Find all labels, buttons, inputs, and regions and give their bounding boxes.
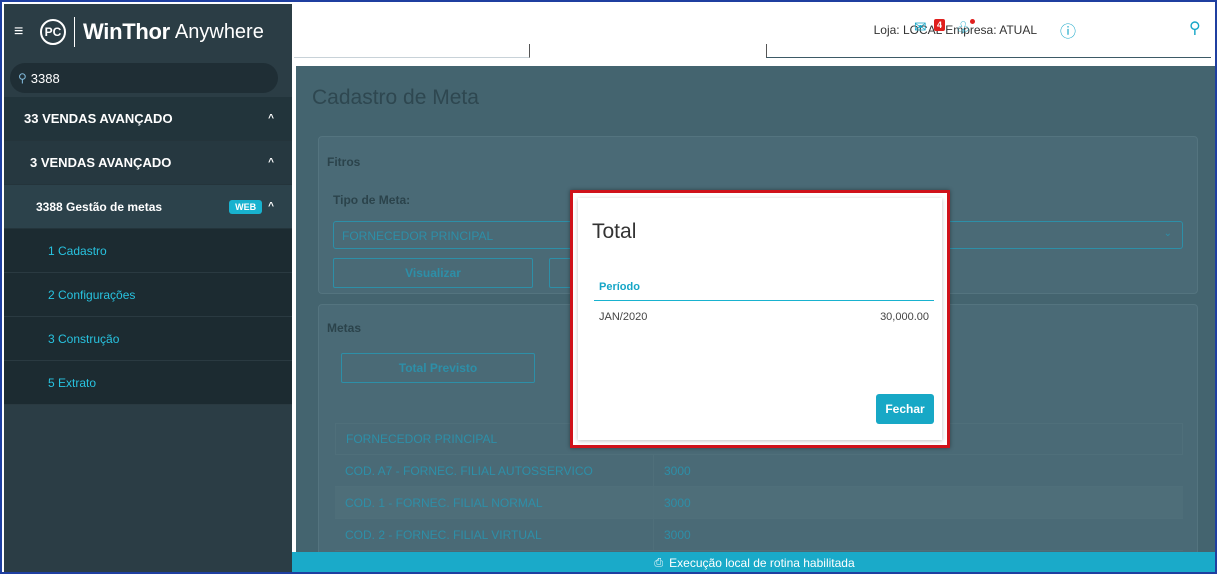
help-icon[interactable]: ⓘ bbox=[1060, 18, 1076, 42]
search-input[interactable]: ⚲ 3388 bbox=[10, 63, 278, 93]
sidebar-subitem-configuracoes[interactable]: 2 Configurações bbox=[4, 273, 292, 317]
column-header-periodo: Período bbox=[594, 281, 934, 301]
top-bar: Loja: LOCAL Empresa: ATUAL ⓘ ✉ 4 ♧ ⚲ bbox=[292, 4, 1215, 60]
chevron-up-icon: ^ bbox=[268, 113, 274, 124]
table-row: JAN/2020 30,000.00 bbox=[594, 311, 934, 323]
brand-bar: ≡ PC WinThor Anywhere bbox=[4, 4, 292, 60]
app-window: ≡ PC WinThor Anywhere ⚲ 3388 33 VENDAS A… bbox=[0, 0, 1217, 574]
modal-highlight-frame: Total Período JAN/2020 30,000.00 Fechar bbox=[570, 190, 950, 448]
sidebar-item-label: 3 VENDAS AVANÇADO bbox=[30, 155, 172, 170]
meta-type-value: FORNECEDOR PRINCIPAL bbox=[342, 229, 494, 243]
sidebar-item-label: 3388 Gestão de metas bbox=[36, 199, 163, 214]
pc-logo: PC bbox=[40, 19, 66, 45]
sidebar-item-vendas-avancado-3[interactable]: 3 VENDAS AVANÇADO ^ bbox=[4, 141, 292, 185]
metas-label: Metas bbox=[327, 321, 362, 335]
web-badge: WEB bbox=[229, 199, 263, 214]
printer-icon: ⎙ bbox=[654, 556, 664, 569]
row-name: COD. 2 - FORNEC. FILIAL VIRTUAL bbox=[345, 527, 542, 542]
tab-divider-right bbox=[766, 44, 1211, 58]
mail-count-badge: 4 bbox=[934, 19, 946, 31]
table-row[interactable]: COD. 1 - FORNEC. FILIAL NORMAL 3000 bbox=[335, 487, 1183, 519]
modal-title: Total bbox=[592, 220, 637, 243]
row-value: 3000 bbox=[653, 487, 863, 518]
sidebar-item-trail: WEB ^ bbox=[229, 199, 274, 214]
visualize-button[interactable]: Visualizar bbox=[333, 258, 533, 288]
sidebar-item-gestao-de-metas[interactable]: 3388 Gestão de metas WEB ^ bbox=[4, 185, 292, 229]
chevron-down-icon: ⌄ bbox=[1163, 228, 1172, 239]
brand-name-suffix: Anywhere bbox=[174, 20, 264, 43]
notification-dot bbox=[970, 19, 975, 24]
sidebar-item-label: 33 VENDAS AVANÇADO bbox=[24, 111, 173, 126]
menu-icon[interactable]: ≡ bbox=[14, 23, 34, 41]
mail-icon[interactable]: ✉ bbox=[914, 18, 927, 36]
user-icon[interactable]: ⚲ bbox=[1189, 18, 1201, 38]
sidebar-subitem-cadastro[interactable]: 1 Cadastro bbox=[4, 229, 292, 273]
bell-icon[interactable]: ♧ bbox=[956, 18, 970, 38]
sidebar: ≡ PC WinThor Anywhere ⚲ 3388 33 VENDAS A… bbox=[4, 4, 292, 572]
row-name: COD. 1 - FORNEC. FILIAL NORMAL bbox=[345, 495, 543, 510]
total-previsto-button[interactable]: Total Previsto bbox=[341, 353, 535, 383]
tab-divider-left bbox=[294, 44, 530, 58]
table-row[interactable]: COD. 2 - FORNEC. FILIAL VIRTUAL 3000 bbox=[335, 519, 1183, 551]
page-title: Cadastro de Meta bbox=[312, 86, 479, 109]
sidebar-subitem-extrato[interactable]: 5 Extrato bbox=[4, 361, 292, 405]
sidebar-subitem-construcao[interactable]: 3 Construção bbox=[4, 317, 292, 361]
row-value: 3000 bbox=[653, 519, 863, 550]
total-modal: Total Período JAN/2020 30,000.00 Fechar bbox=[578, 198, 942, 440]
chevron-up-icon: ^ bbox=[268, 157, 274, 168]
row-value: 3000 bbox=[653, 455, 863, 486]
row-period: JAN/2020 bbox=[599, 311, 648, 323]
chevron-up-icon: ^ bbox=[268, 201, 274, 212]
close-button[interactable]: Fechar bbox=[876, 394, 934, 424]
row-name: COD. A7 - FORNEC. FILIAL AUTOSSERVICO bbox=[345, 463, 593, 478]
search-icon: ⚲ bbox=[18, 71, 27, 85]
table-row[interactable]: COD. A7 - FORNEC. FILIAL AUTOSSERVICO 30… bbox=[335, 455, 1183, 487]
meta-type-label: Tipo de Meta: bbox=[333, 193, 411, 207]
sidebar-item-vendas-avancado-33[interactable]: 33 VENDAS AVANÇADO ^ bbox=[4, 97, 292, 141]
search-value: 3388 bbox=[30, 70, 60, 86]
brand-name: WinThor bbox=[83, 19, 170, 44]
filters-label: Fitros bbox=[327, 155, 361, 169]
status-text: Execução local de rotina habilitada bbox=[669, 556, 855, 570]
status-bar: ⎙ Execução local de rotina habilitada bbox=[292, 552, 1215, 572]
row-total: 30,000.00 bbox=[880, 311, 929, 323]
brand-separator bbox=[74, 17, 75, 47]
